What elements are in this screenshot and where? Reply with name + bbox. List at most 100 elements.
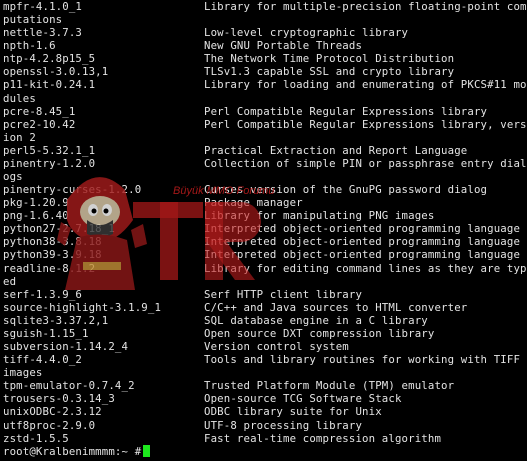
- package-description: Interpreted object-oriented programming …: [204, 235, 521, 249]
- output-line: ogs: [3, 170, 527, 183]
- output-line: pinentry-curses-1.2.0 Curses version of t…: [3, 183, 527, 196]
- output-line: serf-1.3.9_6 Serf HTTP client library: [3, 288, 527, 301]
- output-line: png-1.6.40 Library for manipulating PNG i…: [3, 209, 527, 222]
- package-description: New GNU Portable Threads: [204, 39, 363, 53]
- package-name: ntp-4.2.8p15_5: [3, 52, 96, 66]
- package-name: perl5-5.32.1_1: [3, 143, 96, 157]
- output-line: ntp-4.2.8p15_5 The Network Time Protocol …: [3, 52, 527, 65]
- package-description: Interpreted object-oriented programming …: [204, 222, 521, 236]
- output-line: python27-2.7.18_1 Interpreted object-orie…: [3, 222, 527, 235]
- output-line: pinentry-1.2.0 Collection of simple PIN o…: [3, 157, 527, 170]
- package-description: Library for multiple-precision floating-…: [204, 0, 527, 13]
- package-name: python27-2.7.18_1: [3, 222, 115, 236]
- package-name: npth-1.6: [3, 39, 56, 53]
- shell-prompt: root@Kralbenimmmm:~ #: [3, 444, 142, 458]
- package-name: ogs: [3, 170, 23, 184]
- package-name: mpfr-4.1.0_1: [3, 0, 83, 13]
- output-line: python38-3.8.18 Interpreted object-orient…: [3, 235, 527, 248]
- output-line: mpfr-4.1.0_1 Library for multiple-precisi…: [3, 0, 527, 13]
- package-name: unixODBC-2.3.12: [3, 405, 102, 419]
- package-name: trousers-0.3.14_3: [3, 392, 115, 406]
- package-description: Curses version of the GnuPG password dia…: [204, 183, 488, 197]
- package-description: Low-level cryptographic library: [204, 26, 409, 40]
- package-name: source-highlight-3.1.9_1: [3, 300, 162, 314]
- package-name: utf8proc-2.9.0: [3, 418, 96, 432]
- output-line: tiff-4.4.0_2 Tools and library routines f…: [3, 353, 527, 366]
- output-line: openssl-3.0.13,1 TLSv1.3 capable SSL and …: [3, 65, 527, 78]
- package-description: UTF-8 processing library: [204, 418, 363, 432]
- package-name: openssl-3.0.13,1: [3, 65, 109, 79]
- package-description: Collection of simple PIN or passphrase e…: [204, 156, 527, 170]
- package-description: Perl Compatible Regular Expressions libr…: [204, 117, 527, 131]
- output-line: putations: [3, 13, 527, 26]
- package-description: Open-source TCG Software Stack: [204, 392, 402, 406]
- output-line: utf8proc-2.9.0 UTF-8 processing library: [3, 419, 527, 432]
- package-description: ODBC library suite for Unix: [204, 405, 382, 419]
- output-line: dules: [3, 92, 527, 105]
- output-line: npth-1.6 New GNU Portable Threads: [3, 39, 527, 52]
- package-name: putations: [3, 13, 63, 27]
- package-description: The Network Time Protocol Distribution: [204, 52, 455, 66]
- package-name: readline-8.1.2: [3, 261, 96, 275]
- package-description: SQL database engine in a C library: [204, 313, 428, 327]
- package-description: TLSv1.3 capable SSL and crypto library: [204, 65, 455, 79]
- package-description: Tools and library routines for working w…: [204, 353, 521, 367]
- package-description: Library for editing command lines as the…: [204, 261, 527, 275]
- package-name: serf-1.3.9_6: [3, 287, 83, 301]
- output-line: nettle-3.7.3 Low-level cryptographic libr…: [3, 26, 527, 39]
- output-line: pcre2-10.42 Perl Compatible Regular Expre…: [3, 118, 527, 131]
- package-name: sqlite3-3.37.2,1: [3, 313, 109, 327]
- output-line: tpm-emulator-0.7.4_2 Trusted Platform Mod…: [3, 379, 527, 392]
- output-line: pcre-8.45_1 Perl Compatible Regular Expre…: [3, 105, 527, 118]
- package-description: Package manager: [204, 196, 303, 210]
- package-name: ed: [3, 274, 17, 288]
- package-description: Version control system: [204, 340, 349, 354]
- package-description: C/C++ and Java sources to HTML converter: [204, 300, 468, 314]
- package-description: Interpreted object-oriented programming …: [204, 248, 521, 262]
- package-name: tpm-emulator-0.7.4_2: [3, 379, 135, 393]
- package-name: pkg-1.20.9: [3, 196, 69, 210]
- package-name: python38-3.8.18: [3, 235, 102, 249]
- output-line: images: [3, 366, 527, 379]
- package-description: Fast real-time compression algorithm: [204, 431, 442, 445]
- package-name: zstd-1.5.5: [3, 431, 69, 445]
- package-description: Open source DXT compression library: [204, 326, 435, 340]
- terminal-window[interactable]: mpfr-4.1.0_1 Library for multiple-precisi…: [0, 0, 527, 461]
- output-line: perl5-5.32.1_1 Practical Extraction and R…: [3, 144, 527, 157]
- package-description: Perl Compatible Regular Expressions libr…: [204, 104, 488, 118]
- package-description: Library for manipulating PNG images: [204, 209, 435, 223]
- output-line: p11-kit-0.24.1 Library for loading and en…: [3, 78, 527, 91]
- package-description: Serf HTTP client library: [204, 287, 363, 301]
- package-description: Trusted Platform Module (TPM) emulator: [204, 379, 455, 393]
- package-name: tiff-4.4.0_2: [3, 353, 83, 367]
- output-line: sqlite3-3.37.2,1 SQL database engine in a…: [3, 314, 527, 327]
- output-line: python39-3.9.18 Interpreted object-orient…: [3, 248, 527, 261]
- output-line: ion 2: [3, 131, 527, 144]
- package-name: sguish-1.15_1: [3, 326, 89, 340]
- output-line: source-highlight-3.1.9_1 C/C++ and Java s…: [3, 301, 527, 314]
- output-line: pkg-1.20.9 Package manager: [3, 196, 527, 209]
- output-line: readline-8.1.2 Library for editing comman…: [3, 262, 527, 275]
- text-cursor: [143, 444, 151, 457]
- prompt-line[interactable]: root@Kralbenimmmm:~ #: [3, 444, 527, 458]
- output-line: unixODBC-2.3.12 ODBC library suite for Un…: [3, 405, 527, 418]
- package-description: Practical Extraction and Report Language: [204, 143, 468, 157]
- package-name: python39-3.9.18: [3, 248, 102, 262]
- package-name: pcre-8.45_1: [3, 104, 76, 118]
- output-line: zstd-1.5.5 Fast real-time compression alg…: [3, 432, 527, 445]
- package-name: ion 2: [3, 130, 36, 144]
- package-name: images: [3, 366, 43, 380]
- package-name: subversion-1.14.2_4: [3, 340, 129, 354]
- package-name: nettle-3.7.3: [3, 26, 83, 40]
- output-line: trousers-0.3.14_3 Open-source TCG Softwar…: [3, 392, 527, 405]
- output-line: sguish-1.15_1 Open source DXT compression…: [3, 327, 527, 340]
- package-description: Library for loading and enumerating of P…: [204, 78, 527, 92]
- output-line: ed: [3, 275, 527, 288]
- package-name: png-1.6.40: [3, 209, 69, 223]
- package-name: p11-kit-0.24.1: [3, 78, 96, 92]
- package-name: dules: [3, 91, 36, 105]
- package-name: pinentry-curses-1.2.0: [3, 183, 142, 197]
- package-name: pcre2-10.42: [3, 117, 76, 131]
- terminal-output: mpfr-4.1.0_1 Library for multiple-precisi…: [3, 0, 527, 458]
- package-name: pinentry-1.2.0: [3, 156, 96, 170]
